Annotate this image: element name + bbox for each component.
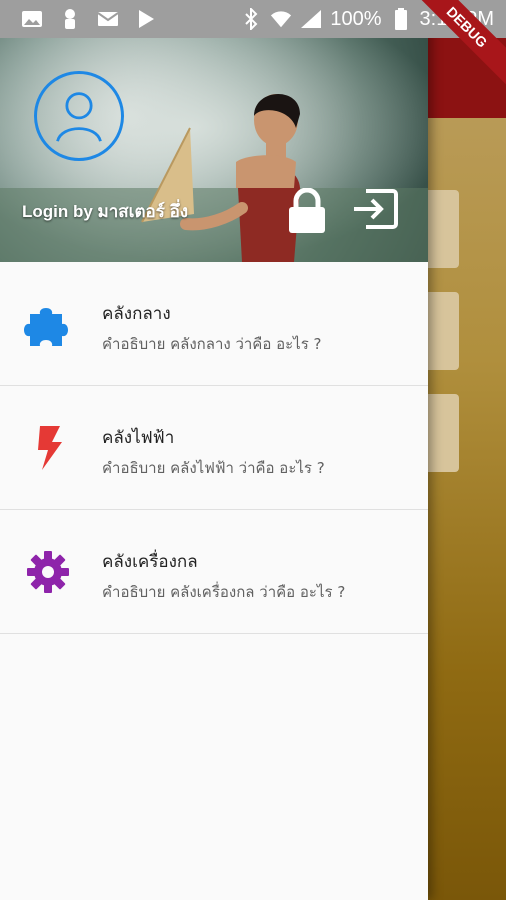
menu-item-title: คลังเครื่องกล	[102, 552, 198, 572]
drawer-menu: คลังกลาง คำอธิบาย คลังกลาง ว่าคือ อะไร ?…	[0, 262, 428, 634]
menu-item-central[interactable]: คลังกลาง คำอธิบาย คลังกลาง ว่าคือ อะไร ?	[0, 262, 428, 386]
drawer-header: Login by มาสเตอร์ อึ่ง	[0, 38, 428, 262]
mail-icon	[96, 8, 120, 30]
exit-to-app-icon	[354, 189, 398, 229]
wifi-icon	[270, 8, 292, 30]
battery-icon	[390, 8, 412, 30]
person-icon	[58, 8, 82, 30]
gear-icon	[24, 548, 72, 596]
flash-icon	[24, 424, 72, 472]
menu-item-subtitle: คำอธิบาย คลังไฟฟ้า ว่าคือ อะไร ?	[102, 459, 325, 477]
play-store-icon	[134, 8, 158, 30]
account-circle-icon	[56, 92, 102, 142]
menu-item-electrical[interactable]: คลังไฟฟ้า คำอธิบาย คลังไฟฟ้า ว่าคือ อะไร…	[0, 386, 428, 510]
menu-item-title: คลังกลาง	[102, 304, 171, 324]
gallery-icon	[20, 8, 44, 30]
menu-item-subtitle: คำอธิบาย คลังเครื่องกล ว่าคือ อะไร ?	[102, 583, 346, 601]
signal-icon	[300, 8, 322, 30]
lock-button[interactable]	[286, 187, 328, 234]
menu-item-mechanical[interactable]: คลังเครื่องกล คำอธิบาย คลังเครื่องกล ว่า…	[0, 510, 428, 634]
logout-button[interactable]	[352, 188, 398, 230]
menu-item-subtitle: คำอธิบาย คลังกลาง ว่าคือ อะไร ?	[102, 335, 322, 353]
login-label: Login by มาสเตอร์ อึ่ง	[22, 202, 189, 221]
avatar[interactable]	[34, 71, 124, 161]
bluetooth-icon	[240, 8, 262, 30]
menu-item-title: คลังไฟฟ้า	[102, 428, 175, 448]
puzzle-icon	[24, 300, 72, 348]
lock-icon	[289, 187, 325, 233]
navigation-drawer: Login by มาสเตอร์ อึ่ง คลังกลาง คำอธิบาย…	[0, 0, 428, 900]
battery-percent: 100%	[330, 7, 382, 30]
